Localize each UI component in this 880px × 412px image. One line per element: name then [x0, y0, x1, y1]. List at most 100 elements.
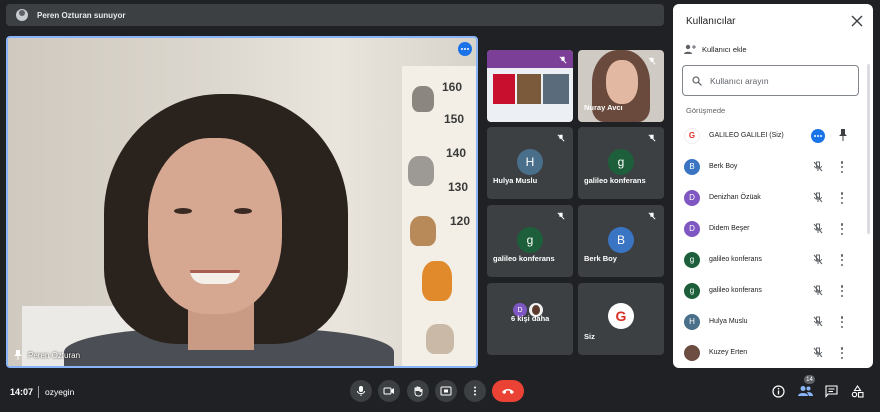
- height-chart-poster: 160 150 140 130 120: [402, 66, 476, 366]
- participant-list: G GALILEO GALILEI (Siz) B Berk Boy D Den…: [673, 120, 865, 368]
- person-eye: [234, 208, 252, 214]
- more-options-button[interactable]: [464, 380, 486, 402]
- main-video[interactable]: 160 150 140 130 120 Peren Ozturan: [6, 36, 478, 368]
- people-icon: [797, 386, 813, 396]
- avatar: g: [684, 282, 700, 299]
- poster-animal: [408, 156, 434, 186]
- participant-count-badge: 14: [804, 375, 815, 384]
- tile-self[interactable]: G Siz: [578, 283, 664, 355]
- mic-off-icon[interactable]: [813, 285, 823, 296]
- participant-row[interactable]: Kuzey Erten: [673, 337, 865, 368]
- tile-name: Berk Boy: [584, 254, 617, 263]
- participant-name: Didem Beşer: [709, 225, 750, 232]
- present-button[interactable]: [435, 380, 457, 402]
- chat-button[interactable]: [823, 383, 839, 399]
- tile-name: Nuray Avcı: [584, 103, 623, 112]
- pin-icon: [14, 350, 22, 360]
- more-vert-icon[interactable]: [840, 254, 844, 266]
- close-icon[interactable]: [851, 15, 863, 27]
- poster-animal: [422, 261, 452, 301]
- participant-row[interactable]: g galileo konferans: [673, 275, 865, 306]
- tile-hulya[interactable]: H Hulya Muslu: [487, 127, 573, 199]
- participants-button[interactable]: [797, 383, 813, 399]
- chart-number: 150: [444, 112, 465, 126]
- more-vert-icon[interactable]: [840, 223, 844, 235]
- participant-row[interactable]: H Hulya Muslu: [673, 306, 865, 337]
- avatar: B: [684, 158, 700, 175]
- panel-title: Kullanıcılar: [686, 16, 736, 27]
- mic-off-icon: [648, 57, 656, 65]
- more-vert-icon[interactable]: [840, 316, 844, 328]
- panel-scrollbar[interactable]: [867, 64, 870, 234]
- avatar: B: [608, 227, 634, 253]
- more-options-icon[interactable]: [458, 42, 472, 56]
- activities-button[interactable]: [849, 383, 865, 399]
- participant-name: galileo konferans: [709, 287, 762, 294]
- more-vert-icon[interactable]: [840, 285, 844, 297]
- add-person-icon: [684, 44, 696, 54]
- chart-number: 120: [450, 214, 471, 228]
- mic-off-icon[interactable]: [813, 347, 823, 358]
- poster-animal: [426, 324, 454, 354]
- clock: 14:07: [10, 387, 34, 397]
- mic-off-icon: [648, 134, 656, 142]
- avatar: [684, 344, 700, 361]
- tile-more-people[interactable]: D 6 kişi daha: [487, 283, 573, 355]
- info-icon: [771, 384, 785, 398]
- avatar: D: [684, 220, 700, 237]
- chart-number: 160: [442, 80, 463, 94]
- end-call-button[interactable]: [492, 380, 524, 402]
- participant-row[interactable]: B Berk Boy: [673, 151, 865, 182]
- mic-off-icon[interactable]: [813, 316, 823, 327]
- tile-name: Siz: [584, 332, 595, 341]
- tile-galileo-2[interactable]: g galileo konferans: [487, 205, 573, 277]
- participant-name: Denizhan Özüak: [709, 194, 761, 201]
- avatar: H: [517, 149, 543, 175]
- pin-icon[interactable]: [839, 129, 847, 141]
- mic-off-icon: [559, 56, 567, 64]
- tile-berk[interactable]: B Berk Boy: [578, 205, 664, 277]
- more-people-label: 6 kişi daha: [511, 314, 550, 323]
- more-vert-icon[interactable]: [840, 161, 844, 173]
- presenter-avatar: [16, 9, 28, 21]
- mic-off-icon[interactable]: [813, 223, 823, 234]
- participant-row[interactable]: G GALILEO GALILEI (Siz): [673, 120, 865, 151]
- tile-galileo-1[interactable]: g galileo konferans: [578, 127, 664, 199]
- meeting-name: ozyegin: [45, 387, 75, 397]
- avatar: g: [684, 251, 700, 268]
- screen-share-image: [493, 74, 515, 104]
- person-face: [148, 138, 282, 314]
- avatar: D: [684, 189, 700, 206]
- hang-up-icon: [502, 389, 514, 394]
- search-input[interactable]: [710, 75, 850, 86]
- participant-name: galileo konferans: [709, 256, 762, 263]
- tile-nuray[interactable]: Nuray Avcı: [578, 50, 664, 122]
- more-options-icon[interactable]: [811, 129, 825, 143]
- participant-row[interactable]: D Denizhan Özüak: [673, 182, 865, 213]
- mic-off-icon[interactable]: [813, 161, 823, 172]
- more-vert-icon[interactable]: [840, 347, 844, 359]
- person-eye: [174, 208, 192, 214]
- raise-hand-button[interactable]: [407, 380, 429, 402]
- hand-icon: [414, 386, 423, 397]
- add-user-button[interactable]: Kullanıcı ekle: [684, 44, 747, 54]
- screen-share-image: [543, 74, 569, 104]
- person-mouth: [190, 270, 240, 284]
- mic-off-icon: [557, 212, 565, 220]
- avatar: g: [517, 227, 543, 253]
- camera-button[interactable]: [378, 380, 400, 402]
- mic-off-icon[interactable]: [813, 192, 823, 203]
- presenter-bar: Peren Ozturan sunuyor: [6, 4, 664, 26]
- tile-screen-share[interactable]: [487, 50, 573, 122]
- more-vert-icon[interactable]: [840, 192, 844, 204]
- bottom-bar: 14:07 ozyegin 14: [0, 372, 880, 412]
- mic-off-icon[interactable]: [813, 254, 823, 265]
- participant-row[interactable]: D Didem Beşer: [673, 213, 865, 244]
- search-box[interactable]: [682, 65, 859, 96]
- poster-animal: [410, 216, 436, 246]
- present-icon: [440, 386, 452, 396]
- meeting-details-button[interactable]: [770, 383, 786, 399]
- participant-row[interactable]: g galileo konferans: [673, 244, 865, 275]
- mic-button[interactable]: [350, 380, 372, 402]
- add-user-label: Kullanıcı ekle: [702, 44, 747, 54]
